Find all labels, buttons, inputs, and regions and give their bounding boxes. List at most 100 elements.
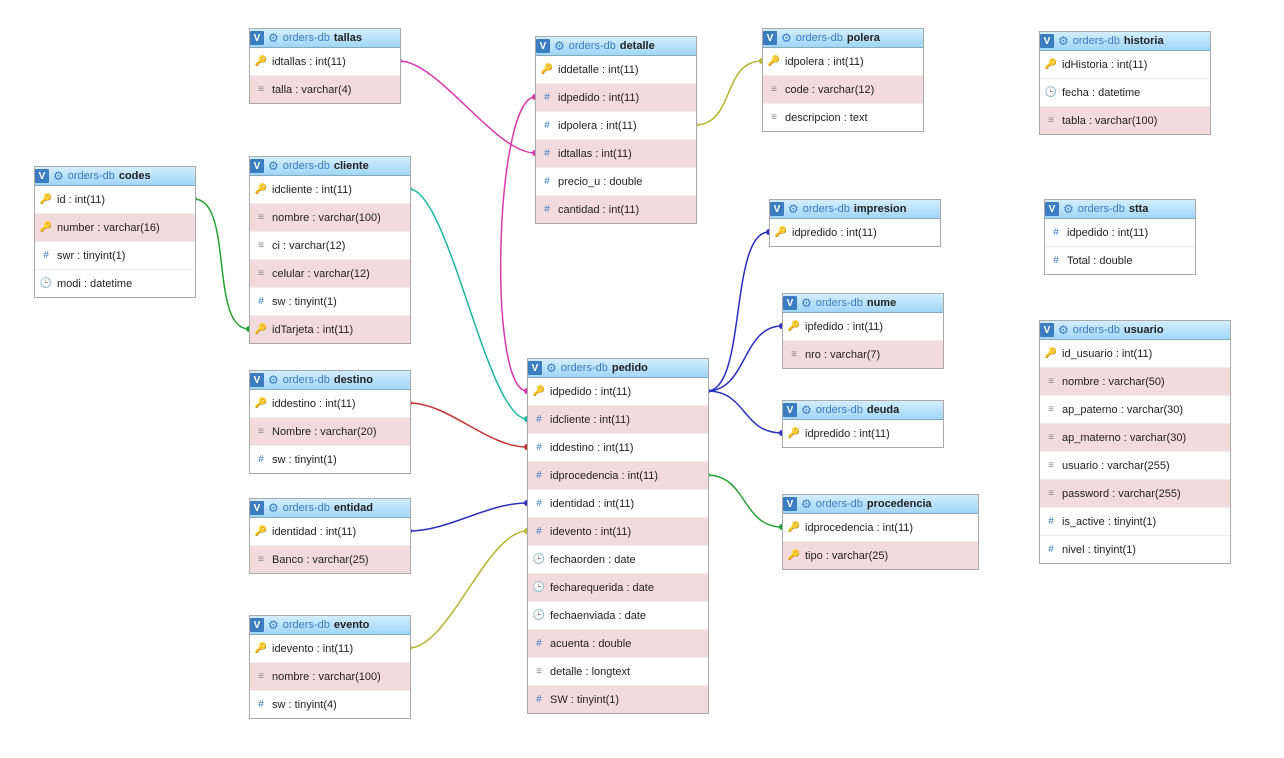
gear-icon[interactable]: ⚙ [1058,34,1069,48]
table-header[interactable]: v⚙orders-dbdeuda [783,401,943,420]
column-row[interactable]: 🔑idHistoria : int(11) [1040,51,1210,79]
column-row[interactable]: ≡usuario : varchar(255) [1040,452,1230,480]
column-row[interactable]: 🔑id_usuario : int(11) [1040,340,1230,368]
column-row[interactable]: ≡Banco : varchar(25) [250,546,410,573]
table-usuario[interactable]: v⚙orders-dbusuario🔑id_usuario : int(11)≡… [1039,320,1231,564]
column-row[interactable]: ≡descripcion : text [763,104,923,131]
table-header[interactable]: v⚙orders-dbusuario [1040,321,1230,340]
table-header[interactable]: v⚙orders-dbevento [250,616,410,635]
column-row[interactable]: #identidad : int(11) [528,490,708,518]
column-row[interactable]: #idprocedencia : int(11) [528,462,708,490]
gear-icon[interactable]: ⚙ [1058,323,1069,337]
column-row[interactable]: 🔑iddestino : int(11) [250,390,410,418]
gear-icon[interactable]: ⚙ [788,202,799,216]
column-row[interactable]: #idtallas : int(11) [536,140,696,168]
column-row[interactable]: #sw : tinyint(1) [250,288,410,316]
column-row[interactable]: 🔑number : varchar(16) [35,214,195,242]
table-header[interactable]: v⚙orders-dbpolera [763,29,923,48]
gear-icon[interactable]: ⚙ [801,296,812,310]
column-row[interactable]: #idcliente : int(11) [528,406,708,434]
table-header[interactable]: v⚙orders-dbtallas [250,29,400,48]
column-row[interactable]: 🔑idcliente : int(11) [250,176,410,204]
table-header[interactable]: v⚙orders-dbcodes [35,167,195,186]
column-row[interactable]: #is_active : tinyint(1) [1040,508,1230,536]
gear-icon[interactable]: ⚙ [268,373,279,387]
column-row[interactable]: #idpedido : int(11) [536,84,696,112]
table-header[interactable]: v⚙orders-dbhistoria [1040,32,1210,51]
column-row[interactable]: ≡celular : varchar(12) [250,260,410,288]
column-row[interactable]: ≡nombre : varchar(100) [250,204,410,232]
column-row[interactable]: 🔑idtallas : int(11) [250,48,400,76]
table-destino[interactable]: v⚙orders-dbdestino🔑iddestino : int(11)≡N… [249,370,411,474]
table-cliente[interactable]: v⚙orders-dbcliente🔑idcliente : int(11)≡n… [249,156,411,344]
column-row[interactable]: #cantidad : int(11) [536,196,696,223]
column-row[interactable]: 🔑tipo : varchar(25) [783,542,978,569]
table-polera[interactable]: v⚙orders-dbpolera🔑idpolera : int(11)≡cod… [762,28,924,132]
gear-icon[interactable]: ⚙ [801,403,812,417]
table-nume[interactable]: v⚙orders-dbnume🔑ipfedido : int(11)≡nro :… [782,293,944,369]
column-row[interactable]: 🕒fecharequerida : date [528,574,708,602]
column-row[interactable]: 🔑idpredido : int(11) [783,420,943,447]
column-row[interactable]: ≡password : varchar(255) [1040,480,1230,508]
column-row[interactable]: ≡ap_materno : varchar(30) [1040,424,1230,452]
column-row[interactable]: #SW : tinyint(1) [528,686,708,713]
column-row[interactable]: ≡ap_paterno : varchar(30) [1040,396,1230,424]
table-evento[interactable]: v⚙orders-dbevento🔑idevento : int(11)≡nom… [249,615,411,719]
table-header[interactable]: v⚙orders-dbcliente [250,157,410,176]
table-tallas[interactable]: v⚙orders-dbtallas🔑idtallas : int(11)≡tal… [249,28,401,104]
column-row[interactable]: 🕒fechaorden : date [528,546,708,574]
column-row[interactable]: 🔑idevento : int(11) [250,635,410,663]
column-row[interactable]: ≡detalle : longtext [528,658,708,686]
table-impresion[interactable]: v⚙orders-dbimpresion🔑idpredido : int(11) [769,199,941,247]
gear-icon[interactable]: ⚙ [1063,202,1074,216]
column-row[interactable]: #sw : tinyint(4) [250,691,410,718]
gear-icon[interactable]: ⚙ [53,169,64,183]
column-row[interactable]: #Total : double [1045,247,1195,274]
column-row[interactable]: #idpedido : int(11) [1045,219,1195,247]
column-row[interactable]: 🔑idpedido : int(11) [528,378,708,406]
table-detalle[interactable]: v⚙orders-dbdetalle🔑iddetalle : int(11)#i… [535,36,697,224]
column-row[interactable]: 🔑idpolera : int(11) [763,48,923,76]
column-row[interactable]: ≡Nombre : varchar(20) [250,418,410,446]
column-row[interactable]: #acuenta : double [528,630,708,658]
column-row[interactable]: 🔑idprocedencia : int(11) [783,514,978,542]
table-header[interactable]: v⚙orders-dbentidad [250,499,410,518]
column-row[interactable]: 🔑ipfedido : int(11) [783,313,943,341]
gear-icon[interactable]: ⚙ [554,39,565,53]
column-row[interactable]: ≡nro : varchar(7) [783,341,943,368]
column-row[interactable]: ≡nombre : varchar(100) [250,663,410,691]
table-procedencia[interactable]: v⚙orders-dbprocedencia🔑idprocedencia : i… [782,494,979,570]
column-row[interactable]: ≡nombre : varchar(50) [1040,368,1230,396]
column-row[interactable]: 🔑iddetalle : int(11) [536,56,696,84]
gear-icon[interactable]: ⚙ [268,618,279,632]
column-row[interactable]: 🔑idTarjeta : int(11) [250,316,410,343]
column-row[interactable]: ≡code : varchar(12) [763,76,923,104]
table-entidad[interactable]: v⚙orders-dbentidad🔑identidad : int(11)≡B… [249,498,411,574]
column-row[interactable]: ≡talla : varchar(4) [250,76,400,103]
column-row[interactable]: #idpolera : int(11) [536,112,696,140]
table-stta[interactable]: v⚙orders-dbstta#idpedido : int(11)#Total… [1044,199,1196,275]
column-row[interactable]: 🕒fechaenviada : date [528,602,708,630]
column-row[interactable]: 🕒modi : datetime [35,270,195,297]
gear-icon[interactable]: ⚙ [546,361,557,375]
table-header[interactable]: v⚙orders-dbnume [783,294,943,313]
column-row[interactable]: #nivel : tinyint(1) [1040,536,1230,563]
table-pedido[interactable]: v⚙orders-dbpedido🔑idpedido : int(11)#idc… [527,358,709,714]
column-row[interactable]: #sw : tinyint(1) [250,446,410,473]
column-row[interactable]: #swr : tinyint(1) [35,242,195,270]
gear-icon[interactable]: ⚙ [781,31,792,45]
table-codes[interactable]: v⚙orders-dbcodes🔑id : int(11)🔑number : v… [34,166,196,298]
column-row[interactable]: ≡ci : varchar(12) [250,232,410,260]
table-header[interactable]: v⚙orders-dbdetalle [536,37,696,56]
table-header[interactable]: v⚙orders-dbstta [1045,200,1195,219]
gear-icon[interactable]: ⚙ [801,497,812,511]
table-deuda[interactable]: v⚙orders-dbdeuda🔑idpredido : int(11) [782,400,944,448]
column-row[interactable]: #idevento : int(11) [528,518,708,546]
gear-icon[interactable]: ⚙ [268,31,279,45]
column-row[interactable]: 🔑idpredido : int(11) [770,219,940,246]
table-header[interactable]: v⚙orders-dbdestino [250,371,410,390]
gear-icon[interactable]: ⚙ [268,159,279,173]
table-historia[interactable]: v⚙orders-dbhistoria🔑idHistoria : int(11)… [1039,31,1211,135]
column-row[interactable]: 🔑identidad : int(11) [250,518,410,546]
column-row[interactable]: #precio_u : double [536,168,696,196]
